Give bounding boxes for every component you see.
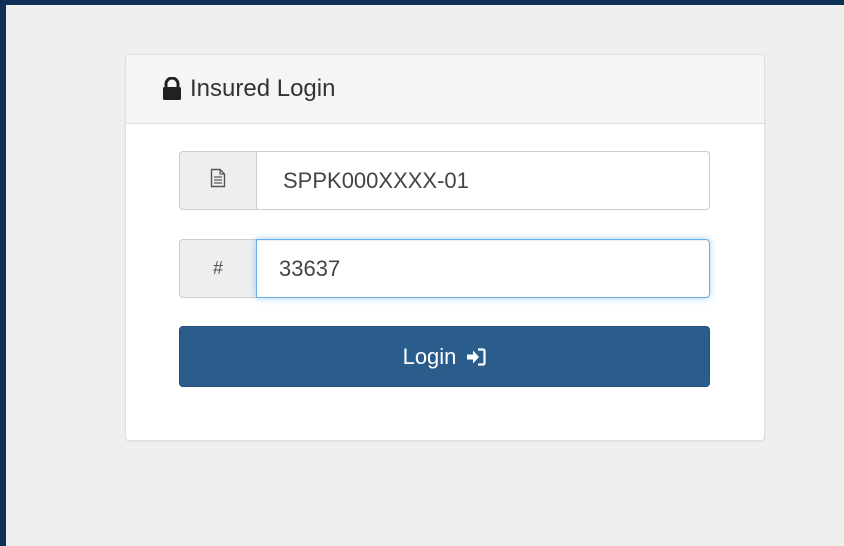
panel-title: Insured Login (162, 75, 335, 103)
login-panel: Insured Login # (125, 54, 765, 441)
pin-addon: # (179, 239, 256, 298)
policy-addon (179, 151, 256, 210)
policy-number-input[interactable] (256, 151, 710, 210)
pin-input[interactable] (256, 239, 710, 298)
document-icon (210, 168, 226, 193)
lock-icon (162, 77, 182, 101)
login-button-label: Login (402, 343, 457, 369)
login-button[interactable]: Login (179, 326, 710, 387)
panel-title-text: Insured Login (190, 75, 336, 102)
pin-group: # (179, 239, 710, 298)
log-in-icon (466, 347, 487, 366)
page-frame: Insured Login # (0, 0, 844, 546)
panel-heading: Insured Login (126, 55, 764, 124)
policy-number-group (179, 151, 710, 210)
